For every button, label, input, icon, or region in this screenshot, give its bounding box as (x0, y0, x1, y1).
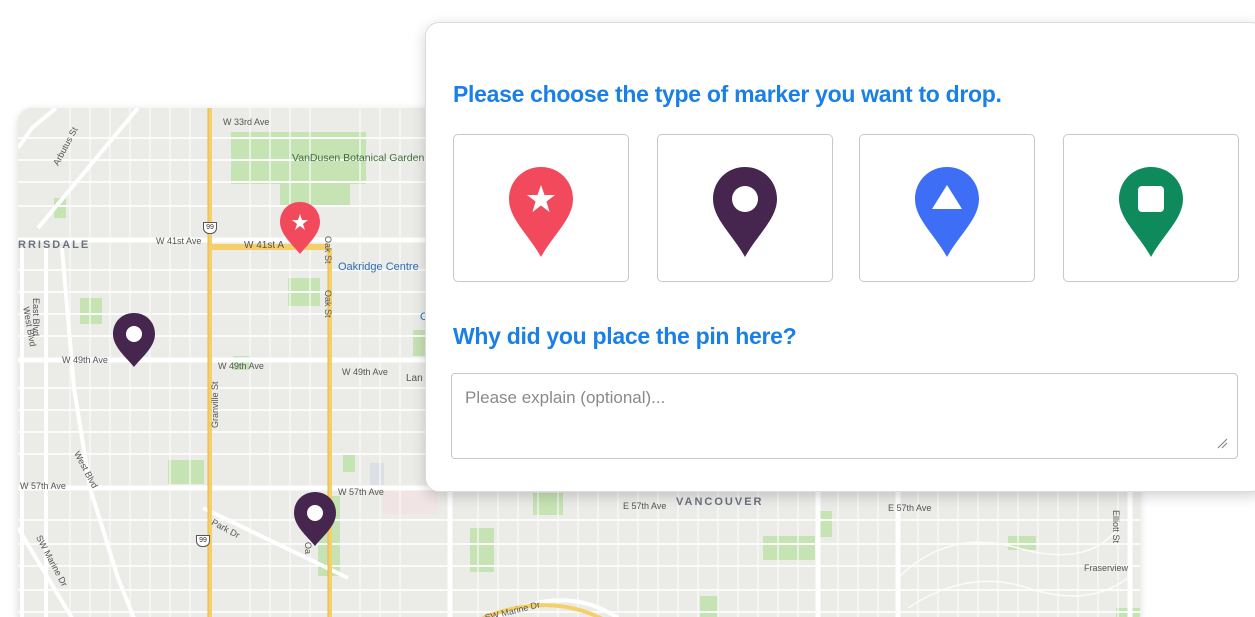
street-label-granville: Granville St (210, 381, 220, 428)
circle-icon (732, 186, 758, 212)
street-label-w49b: W 49th Ave (218, 361, 264, 371)
reason-input[interactable] (451, 373, 1238, 459)
street-label-elliott: Elliott St (1111, 510, 1121, 544)
street-label-w33: W 33rd Ave (223, 117, 270, 127)
street-label-w57a: W 57th Ave (20, 481, 66, 491)
circle-marker-icon (713, 167, 777, 257)
triangle-marker-icon (915, 167, 979, 257)
marker-option-circle[interactable] (657, 134, 833, 282)
street-label-e57b: E 57th Ave (888, 503, 932, 513)
map-pin-star[interactable] (278, 200, 322, 256)
reason-question: Why did you place the pin here? (453, 323, 797, 349)
street-label-w57b: W 57th Ave (338, 487, 384, 497)
square-marker-icon (1119, 167, 1183, 257)
map-pin-circle-2[interactable] (292, 490, 338, 548)
street-label-w49a: W 49th Ave (62, 355, 108, 365)
street-label-w41a: W 41st Ave (156, 236, 202, 246)
neighbourhood-label-kerrisdale: RRISDALE (18, 239, 91, 251)
marker-option-square[interactable] (1063, 134, 1239, 282)
circle-icon (126, 326, 142, 342)
street-label-w49c: W 49th Ave (342, 367, 388, 377)
resize-handle-icon[interactable] (1216, 437, 1228, 449)
square-icon (1138, 186, 1164, 212)
map-pin-circle[interactable] (111, 311, 157, 369)
marker-dialog: Please choose the type of marker you wan… (425, 22, 1255, 492)
street-label-oak-2: Oak St (323, 290, 333, 318)
map-label-lan: Lan (406, 373, 423, 384)
star-marker-icon (509, 167, 573, 257)
street-label-oak: Oak St (323, 236, 333, 264)
marker-type-question: Please choose the type of marker you wan… (453, 81, 1002, 107)
highway-shield-icon: 99 (203, 222, 217, 234)
marker-option-star[interactable] (453, 134, 629, 282)
marker-option-triangle[interactable] (859, 134, 1035, 282)
highway-shield-icon-2: 99 (196, 535, 210, 547)
neighbourhood-label-vancouver: VANCOUVER (676, 496, 764, 508)
map-label-fraserview: Fraserview (1084, 563, 1129, 573)
park-label: VanDusen Botanical Garden (292, 152, 425, 164)
circle-icon (307, 505, 323, 521)
poi-label-oakridge: Oakridge Centre (338, 261, 419, 273)
street-label-e57a: E 57th Ave (623, 501, 667, 511)
